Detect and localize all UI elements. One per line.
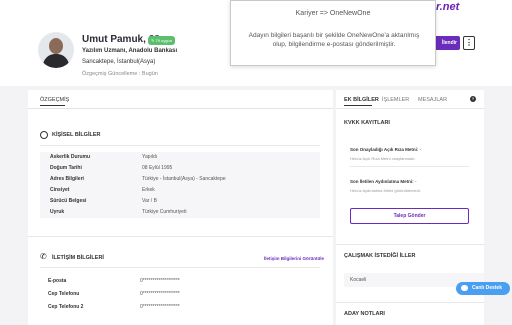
table-row: Cinsiyet Erkek — [40, 185, 320, 196]
personal-info-title: KİŞİSEL BİLGİLER — [52, 132, 101, 138]
candidate-title: Yazılım Uzmanı, Anadolu Bankası — [82, 48, 178, 54]
tab-islemler[interactable]: İŞLEMLER — [382, 97, 409, 103]
kvkk-title: KVKK KAYITLARI — [344, 120, 390, 126]
avatar — [38, 32, 74, 68]
row-label: Doğum Tarihi — [50, 165, 82, 171]
active-tab-indicator — [344, 105, 372, 106]
row-label: Cep Telefonu 2 — [48, 304, 84, 310]
divider — [336, 108, 484, 109]
candidate-location: Sancaktepe, İstanbul(Asya) — [82, 59, 156, 65]
divider — [28, 236, 333, 237]
divider — [350, 166, 469, 167]
row-value: 0******************* — [140, 304, 180, 310]
row-label: E-posta — [48, 278, 67, 284]
disclosure-value: - — [414, 179, 417, 184]
consent-label: Son Onayladığı Açık Rıza Metni: — [350, 147, 419, 152]
row-value: 0******************* — [140, 291, 180, 297]
user-icon — [40, 131, 48, 139]
last-update: Özgeçmiş Güncelleme : Bugün — [82, 71, 158, 77]
row-value: 08 Eylül 1995 — [142, 165, 173, 171]
row-label: Sürücü Belgesi — [50, 198, 87, 204]
tab-ozgecmis[interactable]: ÖZGEÇMİŞ — [40, 97, 69, 103]
list-item: Cep Telefonu 0******************* — [48, 289, 318, 300]
match-badge: ✎ 79 uygun — [148, 36, 175, 45]
consent-text-label: Son Onayladığı Açık Rıza Metni: - — [350, 147, 421, 152]
toast-title: Kariyer => OneNewOne — [295, 10, 371, 17]
candidate-notes-title: ADAY NOTLARI — [344, 311, 385, 317]
list-item: Cep Telefonu 2 0******************* — [48, 302, 318, 313]
row-value: Türkiye - İstanbul(Asya) - Sancaktepe — [142, 176, 226, 182]
row-label: Adres Bilgileri — [50, 176, 84, 182]
row-value: Var / B — [142, 198, 157, 204]
row-label: Cep Telefonu — [48, 291, 80, 297]
row-label: Uyruk — [50, 209, 65, 215]
show-contact-link[interactable]: İletişim Bilgilerini Görüntüle — [264, 256, 324, 261]
list-item: E-posta 0******************* — [48, 276, 318, 287]
candidate-name-text: Umut Pamuk, — [82, 34, 146, 45]
divider — [40, 145, 320, 146]
divider — [40, 267, 320, 268]
help-icon[interactable]: ? — [470, 96, 476, 102]
table-row: Uyruk Türkiye Cumhuriyeti — [40, 207, 320, 218]
toast-message: Adayın bilgileri başarılı bir şekilde On… — [248, 32, 420, 48]
consent-note: Henüz Açık Rıza Metni onaylanmadı. — [350, 156, 416, 161]
table-row: Doğum Tarihi 08 Eylül 1995 — [40, 163, 320, 174]
tab-ek-bilgiler[interactable]: EK BİLGİLER — [344, 97, 379, 103]
phone-icon: ✆ — [40, 252, 47, 261]
table-row: Askerlik Durumu Yapıldı — [40, 152, 320, 163]
row-label: Askerlik Durumu — [50, 154, 91, 160]
divider — [28, 108, 333, 109]
row-value: 0******************* — [140, 278, 180, 284]
send-request-button[interactable]: Talep Gönder — [350, 208, 469, 224]
personal-info-table: Askerlik Durumu Yapıldı Doğum Tarihi 08 Ey… — [40, 152, 320, 218]
tab-mesajlar[interactable]: MESAJLAR — [418, 97, 447, 103]
more-options-button[interactable]: ⋮ — [463, 36, 475, 50]
disclosure-label: Son İletilen Aydınlatma Metni: — [350, 179, 414, 184]
active-tab-indicator — [40, 105, 65, 106]
disclosure-note: Henüz Aydınlatma Metni görüntülemedi. — [350, 188, 421, 193]
row-value: Erkek — [142, 187, 155, 193]
brand-logo[interactable]: r.net — [436, 1, 459, 13]
consent-value: - — [419, 147, 422, 152]
divider — [336, 244, 484, 245]
table-row: Sürücü Belgesi Var / B — [40, 196, 320, 207]
disclosure-text-label: Son İletilen Aydınlatma Metni: - — [350, 179, 416, 184]
preferred-cities-title: ÇALIŞMAK İSTEDİĞİ İLLER — [344, 253, 416, 259]
row-value: Türkiye Cumhuriyeti — [142, 209, 187, 215]
row-value: Yapıldı — [142, 154, 158, 160]
table-row: Adres Bilgileri Türkiye - İstanbul(Asya) … — [40, 174, 320, 185]
divider — [336, 302, 484, 303]
chat-icon — [461, 285, 468, 291]
resume-panel: ÖZGEÇMİŞ KİŞİSEL BİLGİLER Askerlik Durum… — [28, 90, 333, 325]
row-label: Cinsiyet — [50, 187, 70, 193]
contact-info-title: İLETİŞİM BİLGİLERİ — [52, 255, 104, 261]
notification-toast: Kariyer => OneNewOne Adayın bilgileri ba… — [230, 0, 436, 66]
